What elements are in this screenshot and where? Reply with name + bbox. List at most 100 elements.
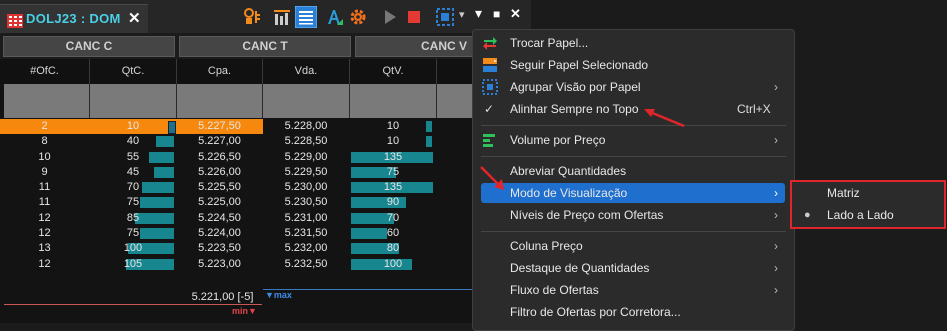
cell-qtc: 75 xyxy=(126,196,140,209)
cell-vda: 5.229,50 xyxy=(284,165,328,178)
cell-cpa: 5.223,00 xyxy=(198,257,241,270)
table-row[interactable]: 13 100 5.223,50 5.232,00 80 xyxy=(0,241,531,256)
filter-cell[interactable] xyxy=(177,84,263,118)
cell-vda: 5.228,00 xyxy=(284,120,328,132)
cell-vda: 5.231,00 xyxy=(284,211,328,224)
menu-item-agrupar-visao[interactable]: Agrupar Visão por Papel › xyxy=(473,77,794,97)
person-key-icon[interactable] xyxy=(243,8,261,26)
check-icon: ✓ xyxy=(484,102,495,116)
table-row[interactable]: 9 45 5.226,00 5.229,50 75 xyxy=(0,165,531,180)
cell-qtv: 75 xyxy=(386,165,400,178)
table-row[interactable]: 2 10 5.227,50 5.228,00 10 xyxy=(0,119,531,134)
order-book: 2 10 5.227,50 5.228,00 10 8 40 5.227,00 5.228,50… xyxy=(0,119,531,272)
menu-item-trocar-papel[interactable]: Trocar Papel... xyxy=(473,33,794,53)
min-label: min▼ xyxy=(232,306,257,316)
cell-qtv: 100 xyxy=(383,257,403,270)
menu-item-coluna-preco[interactable]: Coluna Preço › xyxy=(473,236,794,256)
table-row[interactable]: 12 105 5.223,00 5.232,50 100 xyxy=(0,257,531,272)
filter-cell[interactable] xyxy=(350,84,437,118)
submenu-arrow-icon: › xyxy=(774,208,778,222)
group-icon xyxy=(482,79,498,95)
close-icon[interactable]: ✕ xyxy=(510,6,521,22)
filter-cell[interactable] xyxy=(90,84,177,118)
menu-item-volume-preco[interactable]: Volume por Preço › xyxy=(473,130,794,150)
font-color-icon[interactable] xyxy=(326,8,344,26)
cancel-all-button[interactable]: CANC T xyxy=(179,36,351,57)
bar-chart-icon[interactable] xyxy=(273,8,291,26)
swap-icon xyxy=(483,37,497,50)
cell-cpa: 5.227,00 xyxy=(198,135,241,148)
submenu-item-matriz[interactable]: Matriz xyxy=(792,183,944,203)
filter-cell[interactable] xyxy=(4,84,90,118)
context-menu: Trocar Papel... Seguir Papel Selecionado… xyxy=(472,29,795,331)
selection-icon[interactable] xyxy=(436,8,454,26)
cell-qtv: 70 xyxy=(386,211,400,224)
table-row[interactable]: 8 40 5.227,00 5.228,50 10 xyxy=(0,134,531,149)
close-tab-icon[interactable]: ✕ xyxy=(128,9,141,27)
min-line xyxy=(4,304,262,305)
selection-dropdown-icon[interactable]: ▾ xyxy=(459,8,465,21)
table-row[interactable]: 12 75 5.224,00 5.231,50 60 xyxy=(0,226,531,241)
cell-qtv: 60 xyxy=(386,227,400,240)
radio-bullet-icon: ● xyxy=(804,209,811,221)
max-label: ▼max xyxy=(265,290,292,300)
col-header-vda[interactable]: Vda. xyxy=(263,59,350,84)
submenu-arrow-icon: › xyxy=(774,186,778,200)
menu-item-seguir-papel[interactable]: Seguir Papel Selecionado xyxy=(473,55,794,75)
cell-cpa: 5.225,50 xyxy=(198,181,241,194)
column-header: #OfC. QtC. Cpa. Vda. QtV. # xyxy=(0,59,531,84)
table-row[interactable]: 12 85 5.224,50 5.231,00 70 xyxy=(0,211,531,226)
menu-item-niveis-preco[interactable]: Níveis de Preço com Ofertas › xyxy=(473,205,794,225)
cell-ofc: 12 xyxy=(38,227,51,240)
follow-icon xyxy=(483,58,497,72)
menu-item-modo-visualizacao[interactable]: Modo de Visualização › xyxy=(481,183,785,203)
cell-ofc: 12 xyxy=(38,211,51,224)
cancel-buy-button[interactable]: CANC C xyxy=(3,36,175,57)
cancel-bar: CANC C CANC T CANC V xyxy=(0,33,531,59)
menu-item-filtro-ofertas[interactable]: Filtro de Ofertas por Corretora... xyxy=(473,302,794,322)
col-header-cpa[interactable]: Cpa. xyxy=(177,59,263,84)
cell-vda: 5.232,50 xyxy=(284,257,328,270)
cell-vda: 5.230,00 xyxy=(284,181,328,194)
title-bar: DOLJ23 : DOM ✕ ▾ ▾ ■ ✕ xyxy=(0,0,531,34)
cell-qtc: 55 xyxy=(126,150,140,163)
menu-item-abreviar[interactable]: Abreviar Quantidades xyxy=(473,161,794,181)
col-header-ofc[interactable]: #OfC. xyxy=(0,59,90,84)
submenu-arrow-icon: › xyxy=(774,283,778,297)
stop-icon[interactable] xyxy=(405,8,423,26)
table-row[interactable]: 10 55 5.226,50 5.229,00 135 xyxy=(0,150,531,165)
cell-ofc: 2 xyxy=(41,120,48,132)
cell-ofc: 11 xyxy=(38,196,51,209)
cell-vda: 5.231,50 xyxy=(284,227,328,240)
menu-separator xyxy=(481,231,786,232)
cell-ofc: 13 xyxy=(38,242,51,255)
submenu-item-lado-a-lado[interactable]: ● Lado a Lado xyxy=(792,205,944,225)
maximize-icon[interactable]: ■ xyxy=(493,7,500,21)
cell-qtv: 10 xyxy=(386,120,400,132)
cell-cpa: 5.224,50 xyxy=(198,211,241,224)
col-header-qtc[interactable]: QtC. xyxy=(90,59,177,84)
table-row[interactable]: 11 75 5.225,00 5.230,50 90 xyxy=(0,195,531,210)
cell-vda: 5.228,50 xyxy=(284,135,328,148)
play-icon[interactable] xyxy=(381,8,399,26)
submenu-arrow-icon: › xyxy=(774,133,778,147)
cell-qtv: 135 xyxy=(383,181,403,194)
table-row[interactable]: 11 70 5.225,50 5.230,00 135 xyxy=(0,180,531,195)
cell-qtv: 90 xyxy=(386,196,400,209)
menu-item-alinhar-topo[interactable]: ✓ Alinhar Sempre no Topo Ctrl+X xyxy=(473,99,794,119)
list-icon[interactable] xyxy=(295,6,317,28)
cell-vda: 5.229,00 xyxy=(284,150,328,163)
last-price: 5.221,00 [-5] xyxy=(191,291,254,303)
cell-vda: 5.232,00 xyxy=(284,242,328,255)
menu-item-destaque-quantidades[interactable]: Destaque de Quantidades › xyxy=(473,258,794,278)
cell-cpa: 5.224,00 xyxy=(198,227,241,240)
col-header-qtv[interactable]: QtV. xyxy=(350,59,437,84)
submenu-arrow-icon: › xyxy=(774,80,778,94)
pin-icon[interactable]: ▾ xyxy=(475,5,482,22)
filter-cell[interactable] xyxy=(263,84,350,118)
cell-qtv: 135 xyxy=(383,150,403,163)
tab-dolj23-dom[interactable]: DOLJ23 : DOM ✕ xyxy=(0,4,148,34)
menu-item-fluxo-ofertas[interactable]: Fluxo de Ofertas › xyxy=(473,280,794,300)
view-mode-submenu: Matriz ● Lado a Lado xyxy=(790,180,946,229)
gear-icon[interactable] xyxy=(349,8,367,26)
